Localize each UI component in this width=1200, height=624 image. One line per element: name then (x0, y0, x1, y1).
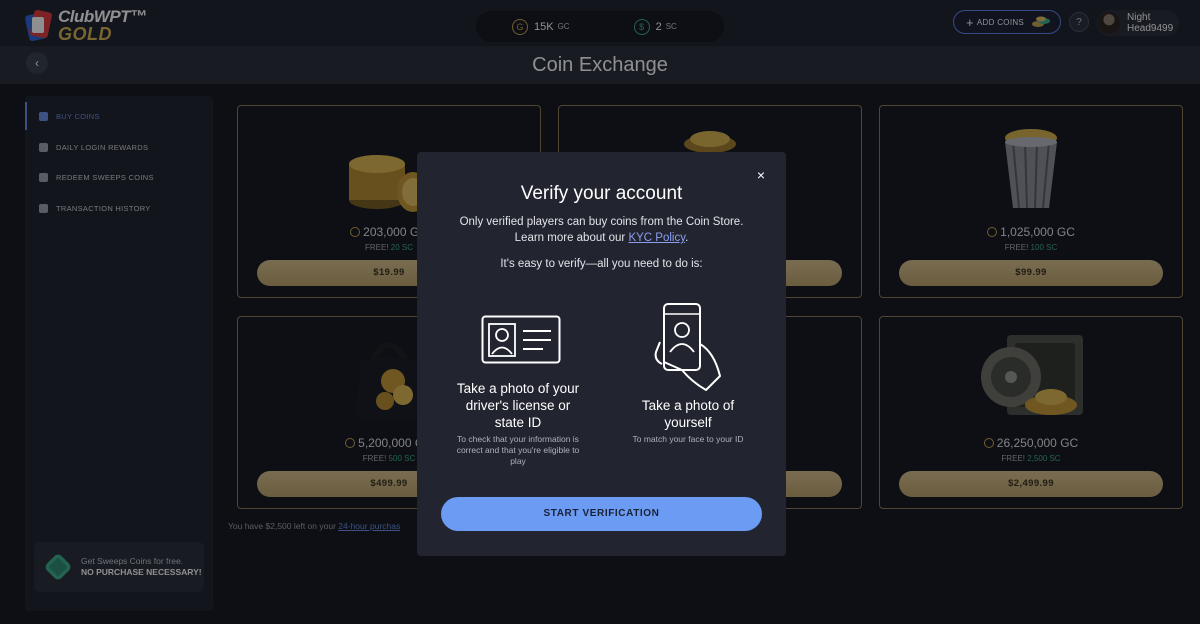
step2-desc: To match your face to your ID (632, 434, 744, 444)
selfie-phone-icon (654, 303, 721, 391)
step-id-photo: Take a photo of your driver's license or… (451, 380, 585, 467)
close-icon[interactable]: × (754, 168, 768, 182)
verify-account-modal: × Verify your account Only verified play… (417, 152, 786, 556)
step1-desc: To check that your information is correc… (456, 434, 580, 466)
modal-description: Only verified players can buy coins from… (447, 214, 756, 246)
modal-desc-text: Only verified players can buy coins from… (459, 216, 744, 244)
step2-title: Take a photo of yourself (641, 398, 735, 430)
modal-easy-text: It's easy to verify—all you need to do i… (500, 258, 703, 270)
step1-title: Take a photo of your driver's license or… (456, 381, 580, 430)
kyc-policy-link[interactable]: KYC Policy (628, 232, 685, 244)
modal-desc-end: . (685, 232, 689, 244)
step-selfie: Take a photo of yourself To match your f… (622, 397, 754, 445)
start-verification-button[interactable]: START VERIFICATION (441, 497, 762, 531)
modal-title: Verify your account (520, 183, 683, 204)
id-card-icon (481, 315, 561, 364)
